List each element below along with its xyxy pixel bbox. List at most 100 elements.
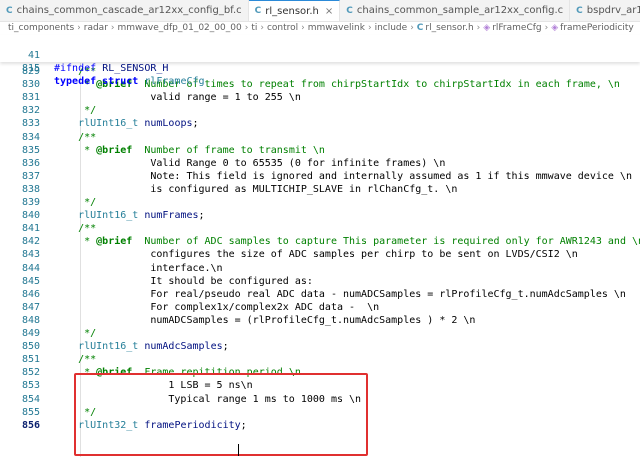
line-number: 835 <box>21 144 40 156</box>
line-number: 846 <box>21 288 40 300</box>
code-text: numADCSamples = (rlProfileCfg_t.numAdcSa… <box>54 314 476 326</box>
breadcrumb-item[interactable]: include <box>375 23 408 33</box>
breadcrumb-file[interactable]: rl_sensor.h <box>425 23 473 33</box>
breadcrumb-item[interactable]: mmwavelink <box>308 23 365 33</box>
code-text: */ <box>54 197 97 208</box>
chevron-right-icon: › <box>367 23 372 33</box>
code-line[interactable]: 831 valid range = 1 to 255 \n <box>0 91 640 104</box>
code-text: For complex1x/complex2x ADC data - \n <box>54 301 380 313</box>
line-number: 836 <box>21 157 40 169</box>
line-number: 815 <box>21 63 40 74</box>
line-number: 840 <box>21 210 40 222</box>
c-file-icon: C <box>576 5 583 16</box>
code-text: */ <box>54 105 97 117</box>
breadcrumb-item[interactable]: ti <box>251 23 257 33</box>
c-file-icon: C <box>346 5 353 16</box>
code-text: It should be configured as: <box>54 275 313 287</box>
code-text: rlUInt16_t numFrames; <box>78 210 205 222</box>
line-number: 843 <box>21 249 40 261</box>
code-text: Valid Range 0 to 65535 (0 for infinite f… <box>54 157 446 169</box>
code-line[interactable]: 842 * @brief Number of ADC samples to ca… <box>0 235 640 248</box>
code-line[interactable]: 833 rlUInt16_t numLoops; <box>0 117 640 130</box>
sticky-line[interactable]: 41 #ifndef RL_SENSOR_H <box>0 36 640 74</box>
line-number: 839 <box>21 197 40 208</box>
sticky-scroll-header: 41 #ifndef RL_SENSOR_H 815 typedef struc… <box>0 35 640 87</box>
editor-tab[interactable]: Cchains_common_sample_ar12xx_config.c <box>340 0 571 21</box>
breadcrumb-item[interactable]: mmwave_dfp_01_02_00_00 <box>118 23 242 33</box>
annotation-highlight-box <box>74 373 368 456</box>
line-number: 833 <box>21 118 40 130</box>
line-number: 849 <box>21 328 40 339</box>
code-text: valid range = 1 to 255 \n <box>54 92 301 104</box>
line-number: 834 <box>21 131 40 143</box>
breadcrumb-item[interactable]: radar <box>84 23 108 33</box>
code-line[interactable]: 837 Note: This field is ignored and inte… <box>0 170 640 183</box>
code-text: interface.\n <box>54 262 223 274</box>
chevron-right-icon: › <box>410 23 414 33</box>
code-text: rlUInt16_t numLoops; <box>78 118 199 130</box>
code-text: /** <box>54 131 97 143</box>
code-text: #ifndef RL_SENSOR_H <box>54 63 169 74</box>
code-line[interactable]: 836 Valid Range 0 to 65535 (0 for infini… <box>0 157 640 170</box>
code-line[interactable]: 834 /** <box>0 131 640 144</box>
line-number: 854 <box>21 393 40 405</box>
line-number: 838 <box>21 183 40 195</box>
code-line[interactable]: 850 rlUInt16_t numAdcSamples; <box>0 340 640 353</box>
chevron-right-icon: › <box>301 23 305 33</box>
line-number: 851 <box>21 354 40 366</box>
code-text: For real/pseudo real ADC data - numADCSa… <box>54 288 626 300</box>
tab-label: rl_sensor.h <box>265 5 319 17</box>
line-number: 845 <box>21 275 40 287</box>
chevron-right-icon: › <box>260 23 264 33</box>
code-line[interactable]: 847 For complex1x/complex2x ADC data - \… <box>0 301 640 314</box>
code-text: * @brief Number of frame to transmit \n <box>54 144 325 156</box>
editor-tab[interactable]: Crl_sensor.h × <box>248 0 341 21</box>
code-line[interactable]: 848 numADCSamples = (rlProfileCfg_t.numA… <box>0 314 640 327</box>
close-icon[interactable]: × <box>325 6 333 17</box>
line-number: 837 <box>21 170 40 182</box>
breadcrumb-item[interactable]: control <box>267 23 298 33</box>
line-number: 832 <box>21 105 40 117</box>
code-line[interactable]: 832 */ <box>0 104 640 117</box>
code-text: rlUInt16_t numAdcSamples; <box>78 341 229 353</box>
c-file-icon: C <box>254 6 262 16</box>
breadcrumb-item[interactable]: ti_components <box>8 23 74 33</box>
code-text: */ <box>54 328 97 339</box>
line-number: 855 <box>21 406 40 418</box>
code-text: /** <box>54 223 97 235</box>
code-text: typedef struct rlFrameCfg <box>54 76 205 87</box>
code-line[interactable]: 844 interface.\n <box>0 262 640 275</box>
code-line[interactable]: 849 */ <box>0 327 640 340</box>
line-number: 844 <box>21 262 40 274</box>
code-line[interactable]: 843 configures the size of ADC samples p… <box>0 248 640 261</box>
code-line[interactable]: 841 /** <box>0 222 640 235</box>
c-file-icon: C <box>6 5 13 16</box>
editor-tab[interactable]: Cchains_common_cascade_ar12xx_config_bf.… <box>0 0 249 21</box>
code-line[interactable]: 839 */ <box>0 196 640 209</box>
line-number: 842 <box>21 236 40 248</box>
editor-tab-bar: Cchains_common_cascade_ar12xx_config_bf.… <box>0 0 640 22</box>
code-line[interactable]: 845 It should be configured as: <box>0 275 640 288</box>
code-line[interactable]: 835 * @brief Number of frame to transmit… <box>0 144 640 157</box>
sticky-line[interactable]: 815 typedef struct rlFrameCfg <box>0 49 640 87</box>
code-line[interactable]: 851 /** <box>0 353 640 366</box>
code-text: /** <box>54 354 97 366</box>
code-text: * @brief Number of ADC samples to captur… <box>54 236 640 248</box>
editor-tab[interactable]: Cbspdrv_ar12xx.c <box>570 0 640 21</box>
line-number: 847 <box>21 301 40 313</box>
line-number: 856 <box>21 419 40 431</box>
breadcrumb-symbol[interactable]: framePeriodicity <box>560 23 634 33</box>
symbol-icon: ◈ <box>551 23 559 33</box>
code-line[interactable]: 846 For real/pseudo real ADC data - numA… <box>0 288 640 301</box>
code-text: configures the size of ADC samples per c… <box>54 249 578 261</box>
breadcrumb-symbol[interactable]: rlFrameCfg <box>492 23 541 33</box>
tab-label: bspdrv_ar12xx.c <box>586 5 640 16</box>
code-line[interactable]: 840 rlUInt16_t numFrames; <box>0 209 640 222</box>
tab-label: chains_common_sample_ar12xx_config.c <box>356 5 564 16</box>
c-file-icon: C <box>416 23 424 33</box>
chevron-right-icon: › <box>110 23 115 33</box>
symbol-icon: ◈ <box>483 23 491 33</box>
code-line[interactable]: 838 is configured as MULTICHIP_SLAVE in … <box>0 183 640 196</box>
chevron-right-icon: › <box>476 23 481 33</box>
code-text: Note: This field is ignored and internal… <box>54 170 632 182</box>
